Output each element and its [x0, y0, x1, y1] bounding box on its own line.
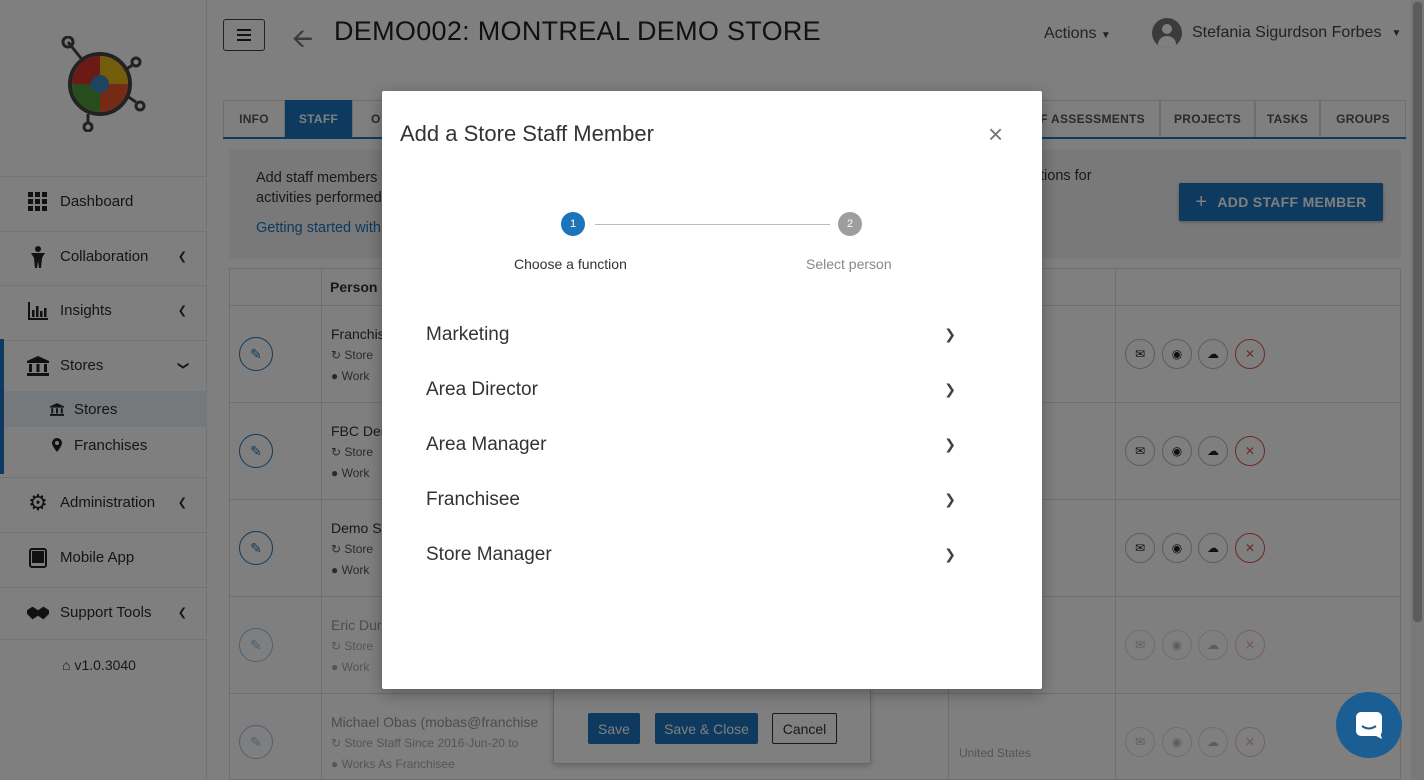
function-label: Franchisee	[426, 488, 520, 510]
function-item-store-manager[interactable]: Store Manager ❯	[426, 527, 956, 582]
function-item-marketing[interactable]: Marketing ❯	[426, 307, 956, 362]
step-1-indicator: 1	[561, 212, 585, 236]
add-staff-modal: Add a Store Staff Member × 1 2 Choose a …	[382, 91, 1042, 689]
function-label: Marketing	[426, 323, 510, 345]
chevron-right-icon: ❯	[944, 491, 956, 507]
modal-title: Add a Store Staff Member	[400, 121, 654, 146]
close-icon[interactable]: ×	[988, 121, 1003, 147]
function-label: Area Manager	[426, 433, 547, 455]
step-2-indicator: 2	[838, 212, 862, 236]
function-item-area-manager[interactable]: Area Manager ❯	[426, 417, 956, 472]
step-1-label: Choose a function	[514, 256, 627, 272]
stepper-line	[595, 224, 830, 225]
chevron-right-icon: ❯	[944, 381, 956, 397]
chevron-right-icon: ❯	[944, 436, 956, 452]
chat-icon	[1356, 712, 1382, 739]
chat-launcher-button[interactable]	[1336, 692, 1402, 758]
chevron-right-icon: ❯	[944, 326, 956, 342]
function-label: Area Director	[426, 378, 538, 400]
function-item-area-director[interactable]: Area Director ❯	[426, 362, 956, 417]
step-2-label: Select person	[806, 256, 892, 272]
function-label: Store Manager	[426, 543, 552, 565]
chevron-right-icon: ❯	[944, 546, 956, 562]
function-item-franchisee[interactable]: Franchisee ❯	[426, 472, 956, 527]
